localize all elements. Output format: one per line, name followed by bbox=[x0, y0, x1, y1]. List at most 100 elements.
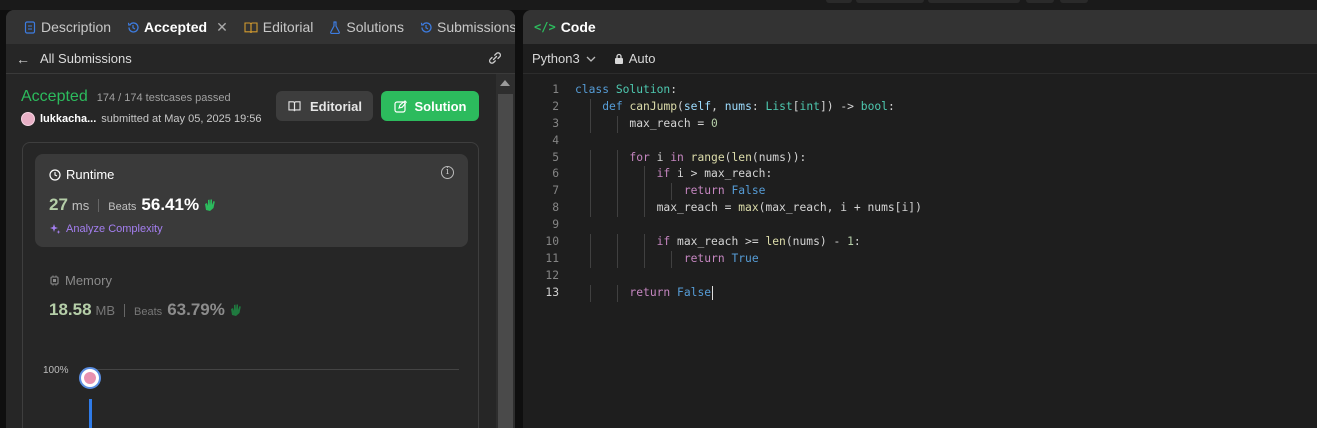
code-text: max_reach = 0 bbox=[575, 116, 718, 130]
language-select[interactable]: Python3 bbox=[532, 51, 596, 66]
editorial-button-label: Editorial bbox=[309, 98, 362, 114]
code-line[interactable]: 10 if max_reach >= len(nums) - 1: bbox=[523, 234, 1317, 251]
beats-label: Beats bbox=[108, 201, 137, 213]
all-submissions-link[interactable]: All Submissions bbox=[40, 51, 132, 66]
code-line[interactable]: 5 for i in range(len(nums)): bbox=[523, 149, 1317, 167]
analyze-complexity-link[interactable]: Analyze Complexity bbox=[49, 223, 163, 235]
auto-mode[interactable]: Auto bbox=[614, 51, 655, 66]
clap-icon bbox=[230, 304, 241, 316]
scrollbar-thumb[interactable] bbox=[498, 94, 513, 428]
document-icon bbox=[24, 20, 36, 34]
flask-icon bbox=[330, 20, 341, 34]
submitter-info: lukkacha... submitted at May 05, 2025 19… bbox=[21, 112, 261, 126]
runtime-metric: 27 ms Beats 56.41% bbox=[49, 195, 217, 215]
code-text: return True bbox=[683, 251, 759, 265]
top-strip bbox=[0, 0, 1317, 10]
divider bbox=[98, 198, 100, 212]
link-icon[interactable] bbox=[487, 51, 503, 65]
line-number: 12 bbox=[545, 268, 559, 282]
submission-details: Accepted 174 / 174 testcases passed lukk… bbox=[6, 74, 496, 428]
code-line[interactable]: 4 bbox=[523, 133, 1317, 150]
runtime-label: Runtime bbox=[66, 167, 115, 182]
line-number: 7 bbox=[552, 184, 559, 198]
tab-solutions[interactable]: Solutions bbox=[323, 10, 410, 44]
analyze-complexity-label: Analyze Complexity bbox=[66, 223, 163, 235]
edit-icon bbox=[393, 99, 407, 113]
history-icon bbox=[127, 21, 139, 33]
code-line[interactable]: 13 return False bbox=[523, 284, 1317, 302]
code-line[interactable]: 2 def canJump(self, nums: List[int]) -> … bbox=[523, 98, 1317, 116]
close-icon[interactable]: ✕ bbox=[216, 19, 228, 36]
code-line[interactable]: 7 return False bbox=[523, 183, 1317, 201]
username[interactable]: lukkacha... bbox=[40, 113, 96, 125]
panel-scrollbar[interactable] bbox=[496, 74, 515, 428]
code-text: if max_reach >= len(nums) - 1: bbox=[656, 235, 861, 249]
code-line[interactable]: 8 max_reach = max(max_reach, i + nums[i]… bbox=[523, 200, 1317, 218]
memory-metric: 18.58 MB Beats 63.79% bbox=[49, 300, 243, 320]
testcases-passed: 174 / 174 testcases passed bbox=[96, 92, 231, 104]
solution-button-label: Solution bbox=[414, 98, 467, 114]
line-number: 4 bbox=[552, 133, 559, 147]
runtime-value: 27 bbox=[49, 195, 68, 214]
chart-axis-label: 100% bbox=[43, 365, 69, 376]
chip-icon bbox=[50, 275, 59, 286]
line-number: 13 bbox=[545, 285, 559, 299]
accepted-status: Accepted bbox=[21, 88, 88, 105]
chevron-down-icon bbox=[586, 56, 596, 62]
back-arrow-icon[interactable]: ← bbox=[16, 51, 30, 67]
line-number: 8 bbox=[552, 201, 559, 215]
code-line[interactable]: 3 max_reach = 0 bbox=[523, 115, 1317, 133]
line-number: 10 bbox=[545, 235, 559, 249]
scroll-up-icon[interactable] bbox=[500, 80, 510, 86]
line-number: 2 bbox=[552, 99, 559, 113]
code-icon: </> bbox=[534, 20, 556, 34]
code-text: for i in range(len(nums)): bbox=[629, 150, 807, 164]
code-text: return False bbox=[683, 184, 766, 198]
runtime-section[interactable]: Runtime i 27 ms Beats 56.41% Analyze Com… bbox=[35, 154, 468, 247]
runtime-beats-percent: 56.41% bbox=[141, 195, 200, 214]
tab-label: Description bbox=[41, 19, 112, 35]
code-text: return False bbox=[629, 285, 714, 300]
avatar[interactable] bbox=[21, 112, 35, 126]
memory-label: Memory bbox=[65, 273, 112, 288]
top-toolbar-button[interactable] bbox=[1060, 0, 1088, 3]
line-number: 5 bbox=[552, 150, 559, 164]
runtime-unit: ms bbox=[71, 198, 90, 213]
beats-label: Beats bbox=[134, 306, 163, 318]
book-icon bbox=[244, 21, 258, 33]
code-line[interactable]: 12 bbox=[523, 268, 1317, 285]
editorial-button[interactable]: Editorial bbox=[276, 91, 373, 121]
tab-label: Submissions bbox=[436, 19, 515, 35]
tab-accepted[interactable]: Accepted ✕ bbox=[121, 10, 234, 44]
code-line[interactable]: 6 if i > max_reach: bbox=[523, 166, 1317, 184]
top-toolbar-button[interactable] bbox=[1026, 0, 1054, 3]
chart-gridline bbox=[83, 369, 459, 370]
code-text: if i > max_reach: bbox=[656, 167, 773, 181]
user-position-marker[interactable] bbox=[79, 367, 101, 389]
code-line[interactable]: 9 bbox=[523, 217, 1317, 234]
line-number: 11 bbox=[545, 251, 559, 265]
code-text: def canJump(self, nums: List[int]) -> bo… bbox=[602, 99, 895, 113]
code-panel-title: Code bbox=[560, 19, 596, 35]
code-toolbar: Python3 Auto bbox=[523, 44, 1317, 74]
performance-card: Runtime i 27 ms Beats 56.41% Analyze Com… bbox=[22, 142, 479, 428]
tab-description[interactable]: Description bbox=[18, 10, 117, 44]
line-number: 3 bbox=[552, 116, 559, 130]
code-panel-header: </> Code bbox=[523, 10, 1317, 44]
info-icon[interactable]: i bbox=[441, 166, 454, 179]
line-number: 1 bbox=[552, 83, 559, 96]
code-line[interactable]: 1 class Solution: bbox=[523, 82, 1317, 99]
code-line[interactable]: 11 return True bbox=[523, 250, 1317, 268]
language-label: Python3 bbox=[532, 51, 580, 66]
top-toolbar-button[interactable] bbox=[928, 0, 1020, 3]
tab-submissions[interactable]: Submissions bbox=[414, 10, 515, 44]
solution-button[interactable]: Solution bbox=[381, 91, 479, 121]
memory-beats-percent: 63.79% bbox=[167, 300, 225, 319]
history-icon bbox=[420, 21, 432, 33]
tab-editorial[interactable]: Editorial bbox=[238, 10, 320, 44]
code-editor[interactable]: 1 class Solution: 2 def canJump(self, nums… bbox=[523, 82, 1317, 302]
text-cursor bbox=[712, 285, 714, 300]
top-toolbar-button[interactable] bbox=[856, 0, 924, 3]
top-toolbar-button[interactable] bbox=[826, 0, 852, 3]
submission-panel: Description Accepted ✕ Editorial Solutio… bbox=[6, 10, 515, 428]
